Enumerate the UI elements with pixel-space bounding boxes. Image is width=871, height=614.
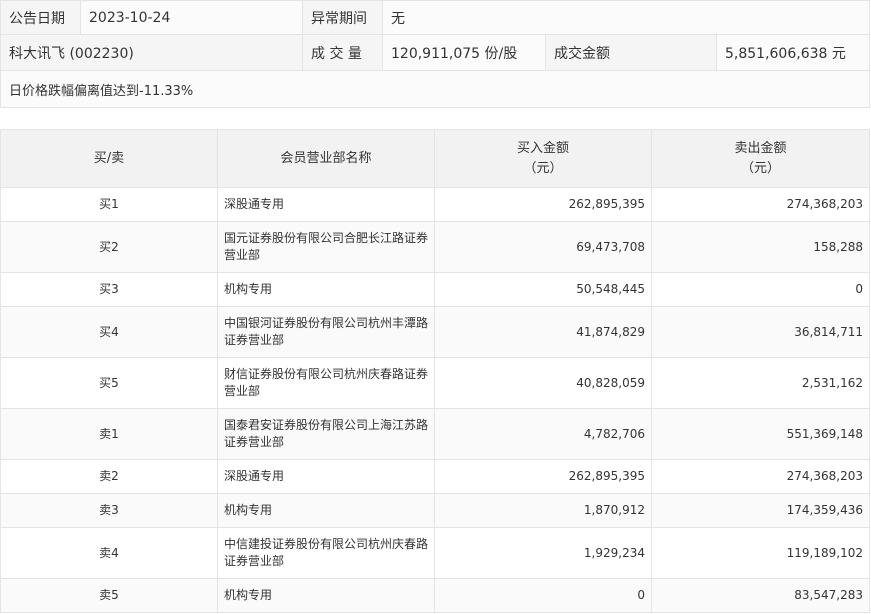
header-buy-amount-unit: （元） — [523, 160, 563, 176]
table-row: 买1 深股通专用 262,895,395 274,368,203 — [0, 187, 870, 222]
row-side: 卖5 — [0, 578, 218, 613]
row-sell-amount: 274,368,203 — [651, 187, 870, 222]
table-row: 卖4 中信建投证券股份有限公司杭州庆春路证券营业部 1,929,234 119,… — [0, 527, 870, 579]
info-row-date: 公告日期 2023-10-24 异常期间 无 — [0, 0, 871, 35]
announcement-date-value: 2023-10-24 — [80, 0, 303, 35]
row-buy-amount: 1,929,234 — [434, 527, 652, 579]
row-branch-name: 国泰君安证券股份有限公司上海江苏路证券营业部 — [217, 408, 435, 460]
row-buy-amount: 69,473,708 — [434, 221, 652, 273]
amount-label: 成交金额 — [545, 34, 717, 71]
row-sell-amount: 551,369,148 — [651, 408, 870, 460]
row-buy-amount: 50,548,445 — [434, 272, 652, 307]
volume-value: 120,911,075 份/股 — [382, 34, 546, 71]
table-row: 卖3 机构专用 1,870,912 174,359,436 — [0, 493, 870, 528]
row-branch-name: 机构专用 — [217, 578, 435, 613]
row-side: 卖2 — [0, 459, 218, 494]
info-row-reason: 日价格跌幅偏离值达到-11.33% — [0, 70, 871, 108]
row-side: 买5 — [0, 357, 218, 409]
abnormal-period-value: 无 — [381, 0, 871, 35]
row-buy-amount: 0 — [434, 578, 652, 613]
announcement-info-table: 公告日期 2023-10-24 异常期间 无 科大讯飞 (002230) 成 交… — [0, 0, 871, 108]
row-side: 买4 — [0, 306, 218, 358]
table-row: 买5 财信证券股份有限公司杭州庆春路证券营业部 40,828,059 2,531… — [0, 357, 870, 409]
stock-name: 科大讯飞 (002230) — [0, 34, 303, 71]
table-row: 卖5 机构专用 0 83,547,283 — [0, 578, 870, 613]
row-buy-amount: 1,870,912 — [434, 493, 652, 528]
announcement-date-label: 公告日期 — [0, 0, 81, 35]
table-row: 卖2 深股通专用 262,895,395 274,368,203 — [0, 459, 870, 494]
row-side: 卖1 — [0, 408, 218, 460]
row-sell-amount: 36,814,711 — [651, 306, 870, 358]
row-branch-name: 中信建投证券股份有限公司杭州庆春路证券营业部 — [217, 527, 435, 579]
row-branch-name: 国元证券股份有限公司合肥长江路证券营业部 — [217, 221, 435, 273]
row-side: 买1 — [0, 187, 218, 222]
row-sell-amount: 2,531,162 — [651, 357, 870, 409]
row-buy-amount: 262,895,395 — [434, 459, 652, 494]
row-branch-name: 中国银河证券股份有限公司杭州丰潭路证券营业部 — [217, 306, 435, 358]
row-side: 卖4 — [0, 527, 218, 579]
header-sell-amount: 卖出金额 （元） — [651, 129, 870, 188]
row-sell-amount: 119,189,102 — [651, 527, 870, 579]
row-buy-amount: 262,895,395 — [434, 187, 652, 222]
listing-reason: 日价格跌幅偏离值达到-11.33% — [0, 70, 871, 108]
row-sell-amount: 274,368,203 — [651, 459, 870, 494]
table-row: 卖1 国泰君安证券股份有限公司上海江苏路证券营业部 4,782,706 551,… — [0, 408, 870, 460]
row-sell-amount: 174,359,436 — [651, 493, 870, 528]
header-branch-name: 会员营业部名称 — [217, 129, 435, 188]
row-sell-amount: 158,288 — [651, 221, 870, 273]
row-sell-amount: 0 — [651, 272, 870, 307]
row-branch-name: 财信证券股份有限公司杭州庆春路证券营业部 — [217, 357, 435, 409]
header-sell-amount-unit: （元） — [740, 160, 780, 176]
table-header-row: 买/卖 会员营业部名称 买入金额 （元） 卖出金额 （元） — [0, 129, 870, 188]
row-side: 买2 — [0, 221, 218, 273]
trading-seats-table: 买/卖 会员营业部名称 买入金额 （元） 卖出金额 （元） 买1 深股通专用 2… — [0, 129, 870, 613]
row-buy-amount: 40,828,059 — [434, 357, 652, 409]
header-sell-amount-title: 卖出金额 — [734, 140, 787, 156]
amount-value: 5,851,606,638 元 — [715, 34, 871, 71]
row-branch-name: 深股通专用 — [217, 459, 435, 494]
row-side: 买3 — [0, 272, 218, 307]
row-side: 卖3 — [0, 493, 218, 528]
table-row: 买4 中国银河证券股份有限公司杭州丰潭路证券营业部 41,874,829 36,… — [0, 306, 870, 358]
header-side: 买/卖 — [0, 129, 218, 188]
volume-label: 成 交 量 — [302, 34, 383, 71]
abnormal-period-label: 异常期间 — [302, 0, 383, 35]
row-buy-amount: 41,874,829 — [434, 306, 652, 358]
table-row: 买2 国元证券股份有限公司合肥长江路证券营业部 69,473,708 158,2… — [0, 221, 870, 273]
row-branch-name: 机构专用 — [217, 272, 435, 307]
row-branch-name: 深股通专用 — [217, 187, 435, 222]
header-buy-amount: 买入金额 （元） — [434, 129, 652, 188]
row-sell-amount: 83,547,283 — [651, 578, 870, 613]
row-branch-name: 机构专用 — [217, 493, 435, 528]
info-row-stock: 科大讯飞 (002230) 成 交 量 120,911,075 份/股 成交金额… — [0, 34, 871, 71]
table-row: 买3 机构专用 50,548,445 0 — [0, 272, 870, 307]
row-buy-amount: 4,782,706 — [434, 408, 652, 460]
header-buy-amount-title: 买入金额 — [516, 140, 569, 156]
